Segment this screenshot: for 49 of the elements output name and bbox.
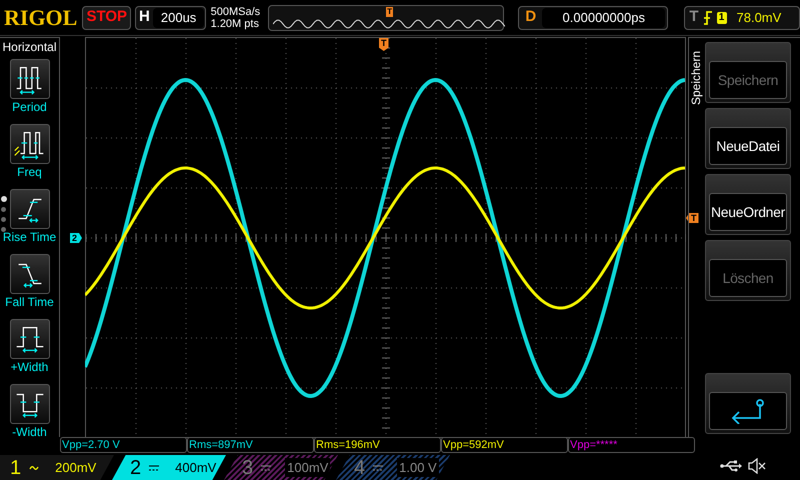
measurement-readout: Vpp=2.70 V (60, 437, 187, 453)
channel-scale: 200mV (54, 458, 98, 477)
mute-icon (748, 458, 766, 474)
channel-offset-marker: 2 (70, 233, 82, 243)
overview-wave-icon (273, 18, 506, 28)
channel-number: 4 (354, 458, 366, 478)
trigger-position-marker: T (379, 38, 388, 51)
measurement-readout: Vpp=***** (568, 437, 695, 453)
dc-coupling-icon (149, 464, 160, 470)
softkey-button[interactable]: NeueDatei (705, 108, 791, 169)
channel-tab[interactable]: 3 100mV (224, 455, 338, 480)
sample-rate: 500MSa/s (210, 6, 260, 18)
trigger-position-marker: T (386, 6, 394, 16)
channel-tab[interactable]: 4 1.00 V (336, 455, 450, 480)
channel-scale: 100mV (285, 458, 330, 478)
timebase-box[interactable]: H 200us (135, 6, 206, 30)
return-button[interactable] (705, 373, 791, 434)
ac-coupling-icon (29, 464, 40, 470)
timebase-value: 200us (152, 8, 204, 28)
delay-value: 0.00000000ps (542, 8, 666, 28)
channel-number: 3 (242, 458, 254, 478)
measurement-readout: Rms=196mV (314, 437, 441, 453)
measurement-readout: Rms=897mV (187, 437, 314, 453)
measure-button[interactable]: Rise Time (2, 189, 56, 250)
channel-number: 1 (10, 458, 22, 478)
trigger-level: 78.0mV (736, 8, 782, 27)
memory-depth: 1.20M pts (210, 18, 260, 30)
trigger-level-marker: T (686, 213, 698, 223)
rising-edge-icon (702, 10, 712, 24)
trigger-label: T (688, 7, 698, 28)
delay-label: D (524, 7, 538, 28)
logo: RIGOL (4, 6, 78, 28)
run-state-button[interactable]: STOP (82, 6, 132, 30)
channel-scale: 400mV (174, 458, 218, 477)
delay-box[interactable]: D 0.00000000ps (518, 6, 668, 30)
trigger-source-badge: 1 (716, 12, 726, 24)
channel-number: 2 (130, 458, 142, 478)
dc-coupling-icon (261, 464, 272, 470)
menu-tab-label: Speichern (690, 50, 702, 108)
usb-icon (720, 460, 742, 472)
channel-tab[interactable]: 2 400mV (112, 455, 226, 480)
channel-scale: 1.00 V (397, 458, 439, 478)
trigger-box[interactable]: T 1 78.0mV (684, 6, 800, 30)
panel-title: Horizontal (2, 39, 57, 55)
dc-coupling-icon (373, 464, 384, 470)
measurement-readout: Vpp=592mV (441, 437, 568, 453)
softkey-button[interactable]: NeueOrdner (705, 174, 791, 235)
channel-tab[interactable]: 1 200mV (0, 455, 114, 480)
timebase-label: H (138, 7, 151, 28)
